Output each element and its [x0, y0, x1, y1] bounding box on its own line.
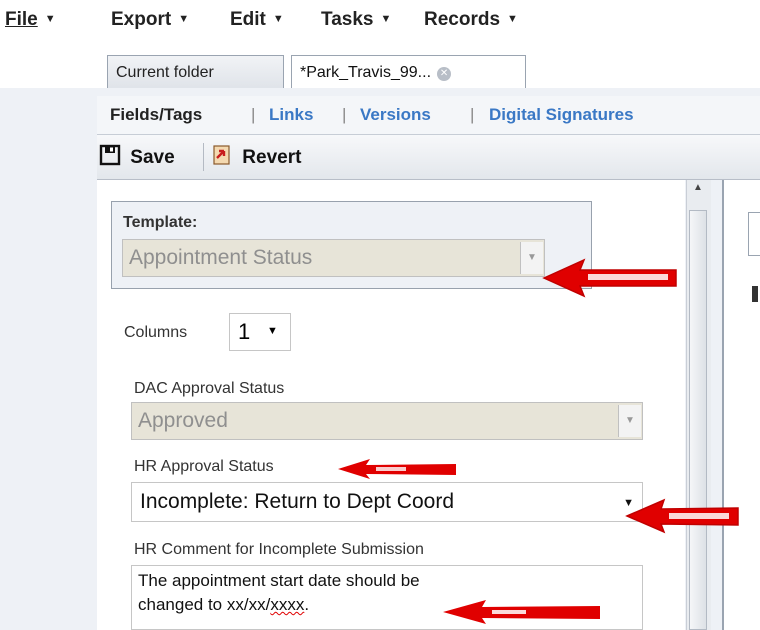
caret-down-icon: ▼ [272, 13, 284, 25]
dac-approval-value: Approved [138, 409, 228, 432]
save-icon [99, 144, 121, 166]
subnav-links[interactable]: Links [269, 96, 313, 134]
record-subnav: Fields/Tags | Links | Versions | Digital… [97, 96, 760, 135]
menu-tasks[interactable]: Tasks ▼ [321, 9, 391, 31]
dac-approval-label: DAC Approval Status [134, 380, 285, 397]
annotation-arrow-hr-select [625, 498, 739, 534]
columns-select[interactable]: 1 ▼ [229, 313, 291, 351]
spellcheck-underlined-word: xxxx [270, 595, 305, 614]
hr-comment-line-1: The appointment start date should be [138, 571, 420, 590]
menu-records-label: Records [424, 9, 501, 30]
menu-bar: File ▼ Export ▼ Edit ▼ Tasks ▼ Records ▼ [0, 0, 760, 40]
hr-comment-line-2-end: . [304, 595, 310, 614]
menu-file[interactable]: File ▼ [5, 9, 56, 31]
scrollbar-thumb[interactable] [689, 210, 707, 630]
menu-export[interactable]: Export ▼ [111, 9, 189, 31]
template-select: Appointment Status ▼ [122, 239, 545, 277]
columns-select-value: 1 [238, 319, 251, 344]
hr-comment-line-2-text: changed to xx/xx/ [138, 595, 271, 614]
record-toolbar: Save Revert [97, 135, 760, 180]
subnav-separator: | [251, 105, 256, 124]
caret-down-icon: ▼ [267, 325, 278, 337]
close-tab-icon[interactable]: ✕ [437, 67, 452, 81]
revert-icon [213, 145, 230, 165]
subnav-digital-signatures[interactable]: Digital Signatures [489, 96, 634, 134]
tab-record-label: *Park_Travis_99... [300, 64, 432, 81]
chevron-down-icon: ▼ [618, 405, 641, 437]
subnav-fields-tags[interactable]: Fields/Tags [110, 96, 202, 134]
menu-file-label: File [5, 9, 38, 30]
subnav-separator: | [470, 105, 475, 124]
columns-label: Columns [124, 324, 188, 341]
menu-tasks-label: Tasks [321, 9, 374, 30]
caret-down-icon: ▼ [380, 13, 392, 25]
template-label: Template: [123, 214, 198, 231]
tab-record[interactable]: *Park_Travis_99... ✕ [291, 55, 526, 89]
hr-comment-label: HR Comment for Incomplete Submission [134, 541, 424, 558]
caret-down-icon: ▼ [44, 13, 56, 25]
menu-edit[interactable]: Edit ▼ [230, 9, 284, 31]
annotation-arrow-template [542, 258, 677, 298]
annotation-arrow-comment [443, 600, 600, 624]
dac-approval-select: Approved ▼ [131, 402, 643, 440]
hr-approval-value: Incomplete: Return to Dept Coord [140, 490, 454, 513]
scroll-up-arrow-icon[interactable]: ▲ [686, 182, 710, 200]
save-button-label: Save [130, 147, 175, 168]
menu-records[interactable]: Records ▼ [424, 9, 518, 31]
right-pane-text-fragment [752, 286, 758, 302]
tab-current-folder[interactable]: Current folder [107, 55, 284, 89]
subnav-versions[interactable]: Versions [360, 96, 431, 134]
revert-button-label: Revert [242, 147, 302, 168]
annotation-arrow-hr-label [338, 459, 456, 479]
menu-export-label: Export [111, 9, 172, 30]
left-navigation-panel [0, 88, 83, 630]
hr-approval-label: HR Approval Status [134, 458, 274, 475]
save-button[interactable]: Save [99, 144, 175, 172]
menu-edit-label: Edit [230, 9, 266, 30]
right-pane-field [748, 212, 760, 256]
template-group: Template: Appointment Status ▼ [111, 201, 592, 289]
caret-down-icon: ▼ [178, 13, 190, 25]
hr-approval-select[interactable]: Incomplete: Return to Dept Coord ▼ [131, 482, 643, 522]
caret-down-icon: ▼ [507, 13, 518, 25]
template-select-value: Appointment Status [129, 246, 313, 269]
toolbar-divider [203, 143, 204, 171]
tab-current-folder-label: Current folder [116, 64, 214, 81]
subnav-separator: | [342, 105, 347, 124]
revert-button[interactable]: Revert [211, 144, 301, 172]
